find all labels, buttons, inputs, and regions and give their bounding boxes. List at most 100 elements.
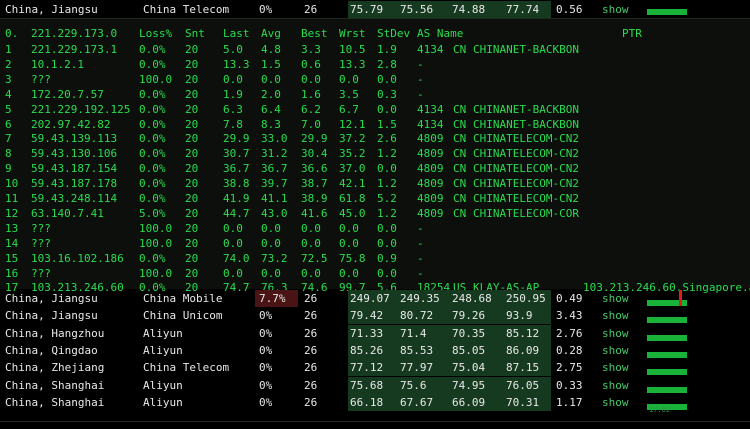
hop-stdev: 0.0: [377, 266, 397, 280]
hop-host: 63.140.7.41: [31, 206, 104, 220]
hop-loss: 0.0%: [139, 102, 166, 116]
hop-as-name: CHINANET-BACKBON: [473, 117, 579, 131]
hop-country: CN: [453, 117, 467, 131]
show-link[interactable]: show: [602, 342, 629, 359]
latency-monitor: China, Jiangsu China Telecom 0% 26 75.79…: [0, 0, 750, 429]
hop-host: ???: [31, 221, 51, 235]
header-as-name: AS Name: [417, 27, 464, 40]
probe-stdev: 2.76: [556, 326, 583, 340]
probe-count: 26: [304, 326, 318, 340]
hop-stdev: 1.5: [377, 117, 397, 131]
hop-loss: 100.0: [139, 236, 173, 250]
probe-value-2: 249.35: [400, 292, 440, 305]
hop-loss: 0.0%: [139, 251, 166, 265]
hop-country: CN: [453, 162, 467, 176]
probe-stdev: 1.17: [556, 395, 583, 409]
hop-sent: 20: [185, 132, 199, 146]
hop-last: 29.9: [223, 132, 250, 146]
show-link[interactable]: show: [602, 307, 629, 324]
probe-value-3: 66.09: [452, 395, 486, 409]
header-last: Last: [223, 27, 250, 40]
probe-isp: Aliyun: [143, 343, 183, 357]
hop-asn: -: [417, 236, 424, 250]
probe-stdev: 3.43: [556, 309, 583, 323]
hop-as-name: CHINATELECOM-CN2: [473, 132, 579, 146]
hop-stdev: 0.3: [377, 87, 397, 101]
hop-as-name: CHINATELECOM-CN2: [473, 177, 579, 191]
probe-value-2: 77.97: [400, 361, 434, 375]
traceroute-hop: 9 59.43.187.154 0.0% 20 36.7 36.7 36.6 37.0 0.0 4…: [0, 161, 750, 177]
hop-country: CN: [453, 192, 467, 205]
hop-stdev: 1.2: [377, 206, 397, 220]
show-link[interactable]: show: [602, 394, 629, 411]
hop-worst: 0.0: [339, 266, 359, 280]
hop-host: 172.20.7.57: [31, 87, 104, 101]
probe-value-2: 75.56: [400, 3, 434, 16]
hop-host: 59.43.139.113: [31, 132, 118, 146]
traceroute-hop: 2 10.1.2.1 0.0% 20 13.3 1.5 0.6 13.3 2.8 -: [0, 57, 750, 73]
hop-best: 72.5: [301, 251, 328, 265]
hop-last: 41.9: [223, 192, 250, 205]
hop-as-name: CHINANET-BACKBON: [473, 43, 579, 56]
hop-avg: 73.2: [261, 251, 288, 265]
hop-sent: 20: [185, 43, 199, 56]
show-link[interactable]: show: [602, 325, 629, 342]
hop-best: 41.6: [301, 206, 328, 220]
hop-last: 44.7: [223, 206, 250, 220]
hop-sent: 20: [185, 251, 199, 265]
hop-asn: 4134: [417, 117, 444, 131]
traceroute-hop: 6 202.97.42.82 0.0% 20 7.8 8.3 7.0 12.1 1.5 4134 C…: [0, 117, 750, 133]
hop-index: 16: [5, 266, 19, 280]
hop-worst: 42.1: [339, 177, 366, 191]
probe-count: 26: [304, 3, 318, 16]
hop-asn: 4809: [417, 132, 444, 146]
hop-best: 0.0: [301, 221, 321, 235]
hop-as-name: CHINATELECOM-CN2: [473, 147, 579, 161]
hop-country: CN: [453, 177, 467, 191]
probe-value-3: 74.95: [452, 378, 486, 392]
hop-worst: 0.0: [339, 72, 359, 86]
hop-stdev: 2.6: [377, 132, 397, 146]
show-link[interactable]: show: [602, 1, 629, 18]
traceroute-header: 0. 221.229.173.0 Loss% Snt Last Avg Best…: [0, 26, 750, 42]
hop-worst: 37.0: [339, 162, 366, 176]
hop-last: 0.0: [223, 72, 243, 86]
show-link[interactable]: show: [602, 377, 629, 394]
hop-index: 8: [5, 147, 12, 161]
hop-index: 14: [5, 236, 19, 250]
probe-loss: 0%: [259, 395, 273, 409]
hop-avg: 6.4: [261, 102, 281, 116]
hop-loss: 0.0%: [139, 132, 166, 146]
hop-best: 0.0: [301, 266, 321, 280]
probe-isp: Aliyun: [143, 395, 183, 409]
probe-value-4: 250.95: [506, 292, 546, 305]
hop-avg: 36.7: [261, 162, 288, 176]
hop-loss: 100.0: [139, 72, 173, 86]
probe-value-1: 85.26: [350, 343, 384, 357]
hop-avg: 0.0: [261, 266, 281, 280]
header-ptr: PTR: [622, 27, 642, 40]
probe-value-3: 75.04: [452, 361, 486, 375]
traceroute-hop: 3??? 100.0 20 0.0 0.0 0.0 0.0 0.0 -: [0, 72, 750, 88]
hop-sent: 20: [185, 57, 199, 71]
show-link[interactable]: show: [602, 290, 629, 307]
hop-last: 0.0: [223, 236, 243, 250]
hop-index: 3: [5, 72, 12, 86]
probe-row: China, Shanghai Aliyun 0% 26 66.18 67.67 66.09…: [0, 393, 750, 411]
hop-host: 59.43.248.114: [31, 192, 118, 205]
probe-row: China, Zhejiang China Telecom 0% 26 77.12 77.…: [0, 359, 750, 377]
hop-loss: 0.0%: [139, 177, 166, 191]
hop-avg: 0.0: [261, 72, 281, 86]
probe-value-3: 70.35: [452, 326, 486, 340]
hop-last: 13.3: [223, 57, 250, 71]
probe-value-1: 77.12: [350, 361, 384, 375]
traceroute-hop: 13??? 100.0 20 0.0 0.0 0.0 0.0 0.0 -: [0, 221, 750, 237]
hop-worst: 75.8: [339, 251, 366, 265]
hop-sent: 20: [185, 221, 199, 235]
traceroute-hop: 11 59.43.248.114 0.0% 20 41.9 41.1 38.9 61.8 5.2…: [0, 191, 750, 207]
probe-count: 26: [304, 361, 318, 375]
hop-avg: 0.0: [261, 236, 281, 250]
show-link[interactable]: show: [602, 359, 629, 376]
hop-last: 1.9: [223, 87, 243, 101]
hop-asn: -: [417, 221, 424, 235]
